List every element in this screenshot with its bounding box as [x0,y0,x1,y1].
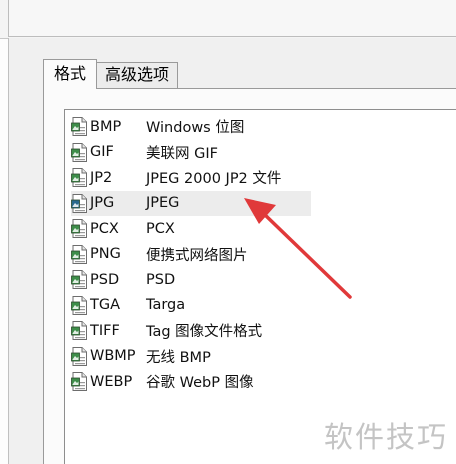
image-file-icon [71,295,87,315]
format-description: PSD [146,271,176,288]
format-extension: JPG [90,195,115,212]
image-file-icon [71,244,87,264]
format-extension: PCX [90,220,119,237]
format-item-psd[interactable]: PSD PSD [71,267,311,293]
format-description: Targa [146,297,186,314]
screen: 格式 高级选项 BMP Windows 位图 GIF 美联网 GIF JP2 JPEG 2… [0,0,456,464]
image-file-icon [71,270,87,290]
window-top-frame [0,0,456,39]
format-description: 谷歌 WebP 图像 [146,375,254,392]
format-item-tga[interactable]: TGA Targa [71,293,311,319]
format-extension: TGA [90,297,121,314]
image-file-icon [71,117,87,137]
format-item-tiff[interactable]: TIFF Tag 图像文件格式 [71,318,311,344]
format-description: 美联网 GIF [146,145,218,162]
format-extension: BMP [90,118,122,135]
format-item-pcx[interactable]: PCX PCX [71,216,311,242]
format-description: JPEG [146,195,180,212]
format-extension: PNG [90,246,121,263]
image-file-icon [71,219,87,239]
format-item-gif[interactable]: GIF 美联网 GIF [71,140,311,166]
format-description: PCX [146,220,175,237]
format-item-webp[interactable]: WEBP 谷歌 WebP 图像 [71,369,311,395]
format-extension: TIFF [90,322,120,339]
format-list: BMP Windows 位图 GIF 美联网 GIF JP2 JPEG 2000 JP2 … [71,114,311,395]
format-extension: PSD [90,271,120,288]
format-extension: WBMP [90,348,136,365]
format-item-png[interactable]: PNG 便携式网络图片 [71,242,311,268]
image-file-icon [71,142,87,162]
format-extension: WEBP [90,373,133,390]
format-extension: JP2 [90,169,113,186]
window-top-panel [8,0,456,37]
format-extension: GIF [90,144,114,161]
image-file-icon [71,193,87,213]
format-item-wbmp[interactable]: WBMP 无线 BMP [71,344,311,370]
image-file-icon [71,372,87,392]
format-description: JPEG 2000 JP2 文件 [146,171,282,188]
format-description: 无线 BMP [146,349,211,366]
format-description: 便携式网络图片 [146,247,248,264]
image-file-icon [71,346,87,366]
image-file-icon [71,321,87,341]
format-item-jp2[interactable]: JP2 JPEG 2000 JP2 文件 [71,165,311,191]
watermark-text: 软件技巧 [324,420,449,454]
watermark: 软件技巧 [320,400,456,464]
format-item-bmp[interactable]: BMP Windows 位图 [71,114,311,140]
tab-advanced-options[interactable]: 高级选项 [96,62,179,88]
format-description: Tag 图像文件格式 [146,324,263,341]
image-file-icon [71,168,87,188]
format-item-jpg[interactable]: JPG JPEG [71,190,311,216]
tab-format[interactable]: 格式 [43,59,98,89]
tab-bar: 格式 高级选项 [43,59,179,89]
format-description: Windows 位图 [146,120,245,137]
